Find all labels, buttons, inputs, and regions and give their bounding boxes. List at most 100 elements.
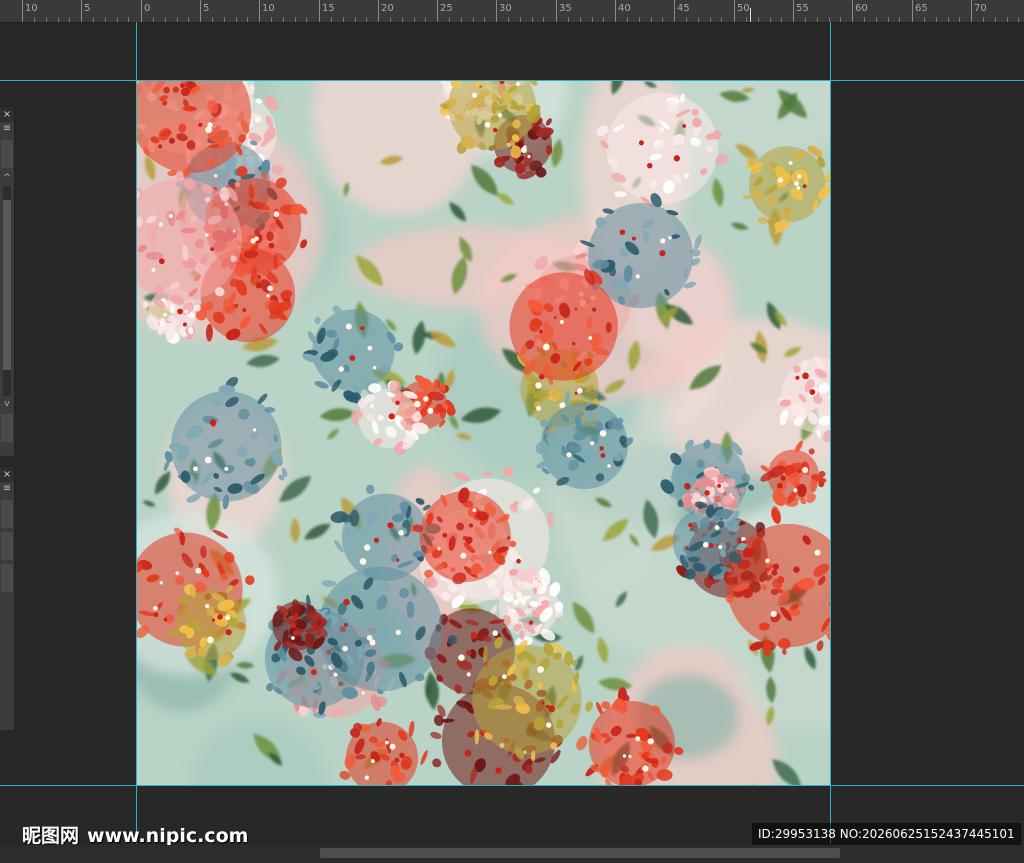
ruler-minor-tick <box>306 17 307 22</box>
ruler-label: 40 <box>618 3 631 14</box>
ruler-minor-tick <box>390 17 391 22</box>
ruler-minor-tick <box>508 17 509 22</box>
ruler-minor-tick <box>864 17 865 22</box>
ruler-minor-tick <box>781 17 782 22</box>
panel-close-icon[interactable]: × <box>0 468 14 482</box>
ruler-minor-tick <box>543 17 544 22</box>
document-canvas[interactable] <box>137 81 830 785</box>
ruler-label: 20 <box>381 3 394 14</box>
guide-vertical-right[interactable] <box>830 22 831 844</box>
ruler-label: 30 <box>499 3 512 14</box>
horizontal-scrollbar-thumb[interactable] <box>320 848 840 858</box>
guide-horizontal-bottom[interactable] <box>0 785 1024 786</box>
ruler-minor-tick <box>651 17 652 22</box>
ruler-major-tick <box>378 0 379 22</box>
ruler-major-tick <box>734 0 735 22</box>
panel-slot[interactable] <box>1 532 13 560</box>
collapsed-panel-top: × ≡ ^ v <box>0 108 15 456</box>
ruler-label: 25 <box>440 3 453 14</box>
ruler-minor-tick <box>627 17 628 22</box>
ruler-label: 60 <box>855 3 868 14</box>
ruler-minor-tick <box>840 17 841 22</box>
ruler-major-tick <box>674 0 675 22</box>
image-id-badge: ID:29953138 NO:20260625152437445101 <box>752 823 1021 845</box>
ruler-major-tick <box>496 0 497 22</box>
ruler-label: 10 <box>262 3 275 14</box>
ruler-label: 55 <box>796 3 809 14</box>
ruler-major-tick <box>319 0 320 22</box>
ruler-minor-tick <box>924 17 925 22</box>
brand-logo-text: 昵图网 <box>22 825 80 847</box>
ruler-major-tick <box>259 0 260 22</box>
panel-slot[interactable] <box>1 500 13 528</box>
panel-menu-icon[interactable]: ≡ <box>0 122 14 136</box>
ruler-minor-tick <box>105 17 106 22</box>
ruler-label: 0 <box>144 3 151 14</box>
ruler-minor-tick <box>153 17 154 22</box>
ruler-minor-tick <box>888 17 889 22</box>
ruler-minor-tick <box>355 17 356 22</box>
ruler-label: 45 <box>677 3 690 14</box>
panel-slot[interactable] <box>1 564 13 592</box>
ruler-major-tick <box>437 0 438 22</box>
ruler-minor-tick <box>188 17 189 22</box>
ruler-minor-tick <box>698 17 699 22</box>
ruler-label: 65 <box>915 3 928 14</box>
ruler-minor-tick <box>461 17 462 22</box>
ruler-minor-tick <box>165 17 166 22</box>
site-url: www.nipic.com <box>87 825 249 847</box>
ruler-minor-tick <box>177 17 178 22</box>
ruler-major-tick <box>615 0 616 22</box>
panel-slot[interactable] <box>1 140 13 168</box>
ruler-minor-tick <box>746 17 747 22</box>
ruler-minor-tick <box>876 17 877 22</box>
ruler-minor-tick <box>128 17 129 22</box>
scroll-down-icon[interactable]: v <box>0 398 14 410</box>
ruler-minor-tick <box>414 17 415 22</box>
ruler-minor-tick <box>580 17 581 22</box>
panel-close-icon[interactable]: × <box>0 108 14 122</box>
ruler-minor-tick <box>817 17 818 22</box>
ruler-label: 70 <box>974 3 987 14</box>
panel-scrollbar[interactable] <box>3 186 11 396</box>
panel-slot[interactable] <box>1 414 13 442</box>
ruler-minor-tick <box>331 17 332 22</box>
scroll-up-icon[interactable]: ^ <box>0 172 14 184</box>
ruler-minor-tick <box>224 17 225 22</box>
panel-menu-icon[interactable]: ≡ <box>0 482 14 496</box>
ruler-major-tick <box>971 0 972 22</box>
ruler-label: 5 <box>203 3 210 14</box>
floral-pattern-artwork <box>137 81 830 785</box>
panel-scrollbar-thumb[interactable] <box>3 200 11 370</box>
ruler-label: 15 <box>322 3 335 14</box>
ruler-minor-tick <box>283 17 284 22</box>
horizontal-ruler[interactable]: 10 5 0 5 10 15 20 25 30 35 40 45 50 55 60 65 70 <box>0 0 1024 23</box>
ruler-minor-tick <box>473 17 474 22</box>
collapsed-panel-bottom: × ≡ <box>0 468 15 730</box>
ruler-minor-tick <box>69 17 70 22</box>
ruler-minor-tick <box>568 17 569 22</box>
ruler-minor-tick <box>758 17 759 22</box>
ruler-major-tick <box>141 0 142 22</box>
ruler-minor-tick <box>93 17 94 22</box>
ruler-minor-tick <box>603 17 604 22</box>
ruler-minor-tick <box>721 17 722 22</box>
ruler-minor-tick <box>484 17 485 22</box>
horizontal-scrollbar[interactable] <box>0 845 1024 863</box>
ruler-minor-tick <box>236 17 237 22</box>
ruler-minor-tick <box>959 17 960 22</box>
ruler-minor-tick <box>805 17 806 22</box>
ruler-label: 10 <box>25 3 38 14</box>
ruler-minor-tick <box>1018 17 1019 22</box>
ruler-minor-tick <box>532 17 533 22</box>
ruler-major-tick <box>556 0 557 22</box>
ruler-minor-tick <box>295 17 296 22</box>
ruler-minor-tick <box>770 17 771 22</box>
site-watermark: 昵图网 www.nipic.com <box>22 821 248 848</box>
ruler-major-tick <box>793 0 794 22</box>
ruler-major-tick <box>22 0 23 22</box>
ruler-minor-tick <box>936 17 937 22</box>
ruler-major-tick <box>81 0 82 22</box>
ruler-minor-tick <box>983 17 984 22</box>
ruler-major-tick <box>200 0 201 22</box>
